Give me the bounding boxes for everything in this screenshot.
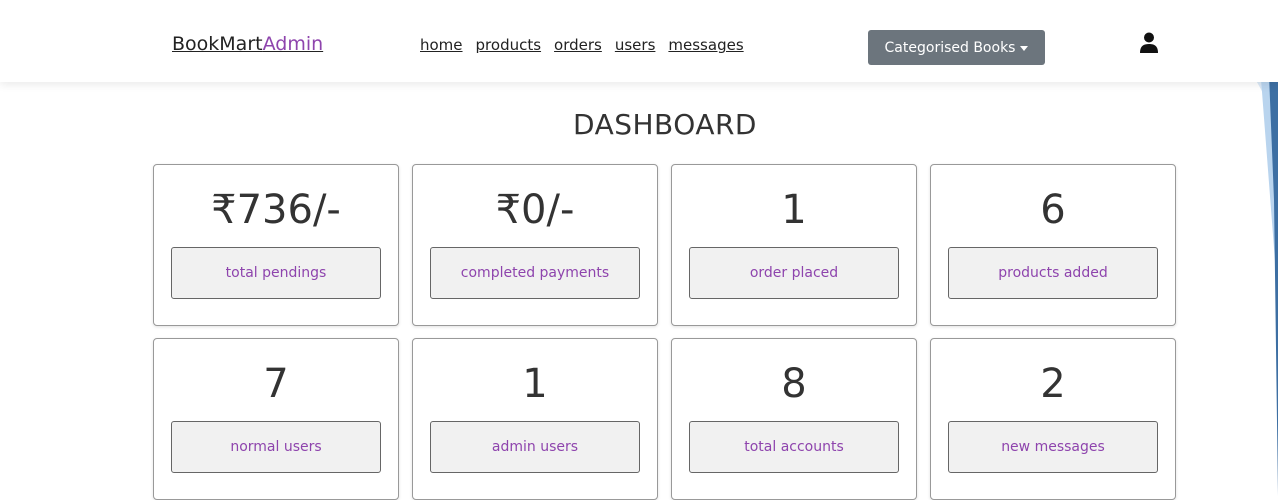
nav-link-users[interactable]: users — [615, 36, 656, 54]
normal-users-button[interactable]: normal users — [171, 421, 381, 473]
stat-card-total-pendings: ₹736/- total pendings — [153, 164, 399, 326]
stat-value: ₹0/- — [495, 187, 575, 233]
products-added-button[interactable]: products added — [948, 247, 1158, 299]
nav-links: home products orders users messages — [420, 36, 744, 54]
total-pendings-button[interactable]: total pendings — [171, 247, 381, 299]
stat-card-products-added: 6 products added — [930, 164, 1176, 326]
navbar: BookMartAdmin home products orders users… — [0, 0, 1278, 82]
stat-value: 7 — [263, 361, 289, 407]
stat-card-normal-users: 7 normal users — [153, 338, 399, 500]
order-placed-button[interactable]: order placed — [689, 247, 899, 299]
nav-link-messages[interactable]: messages — [668, 36, 743, 54]
user-icon[interactable] — [1140, 32, 1158, 54]
stat-value: 8 — [781, 361, 807, 407]
stat-card-completed-payments: ₹0/- completed payments — [412, 164, 658, 326]
stat-value: ₹736/- — [211, 187, 341, 233]
brand-main: BookMart — [172, 33, 263, 55]
brand-accent: Admin — [262, 33, 324, 55]
dashboard-grid: ₹736/- total pendings ₹0/- completed pay… — [153, 164, 1176, 500]
brand-logo[interactable]: BookMartAdmin — [172, 33, 323, 55]
stat-card-admin-users: 1 admin users — [412, 338, 658, 500]
stat-card-new-messages: 2 new messages — [930, 338, 1176, 500]
stat-value: 1 — [522, 361, 548, 407]
new-messages-button[interactable]: new messages — [948, 421, 1158, 473]
categorised-books-dropdown[interactable]: Categorised Books — [868, 30, 1045, 65]
nav-link-products[interactable]: products — [476, 36, 542, 54]
dropdown-label: Categorised Books — [884, 39, 1016, 56]
total-accounts-button[interactable]: total accounts — [689, 421, 899, 473]
completed-payments-button[interactable]: completed payments — [430, 247, 640, 299]
stat-card-total-accounts: 8 total accounts — [671, 338, 917, 500]
nav-link-home[interactable]: home — [420, 36, 463, 54]
caret-down-icon — [1020, 46, 1029, 51]
nav-link-orders[interactable]: orders — [554, 36, 602, 54]
admin-users-button[interactable]: admin users — [430, 421, 640, 473]
stat-value: 1 — [781, 187, 807, 233]
stat-value: 6 — [1040, 187, 1066, 233]
page-title: DASHBOARD — [573, 108, 757, 141]
stat-value: 2 — [1040, 361, 1066, 407]
stat-card-order-placed: 1 order placed — [671, 164, 917, 326]
